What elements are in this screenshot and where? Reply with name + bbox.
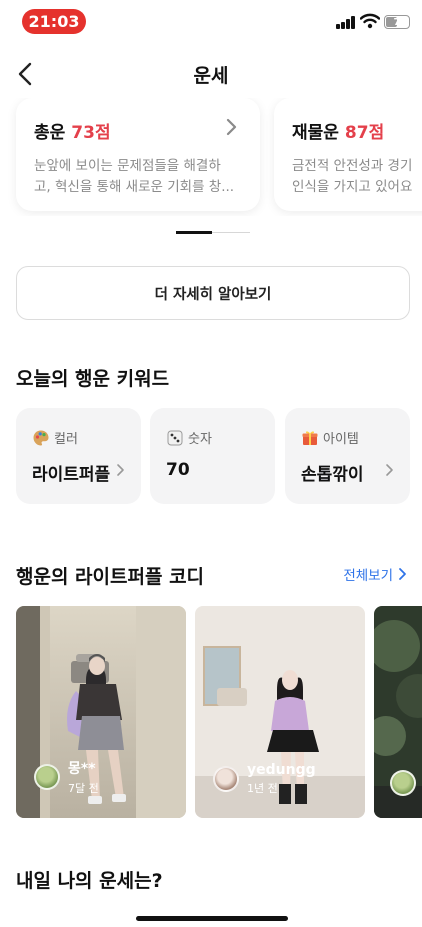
fortune-score: 87점 [344,123,385,143]
coordi-card[interactable] [374,606,422,818]
keyword-label: 아이템 [323,432,359,447]
fortune-heading: 재물운 87점 [292,118,422,143]
chevron-right-icon [399,568,406,580]
keyword-tile-number: 숫자 70 [150,408,275,504]
chevron-right-icon [386,464,393,476]
gift-icon [302,430,318,445]
fortune-description: 눈앞에 보이는 문제점들을 해결하 고, 혁신을 통해 새로운 기회를 창... [34,156,242,198]
battery-icon: 7 [384,15,410,29]
coordi-author [390,770,422,796]
page-title: 운세 [193,65,229,87]
fortune-card-overall[interactable]: 총운 73점 눈앞에 보이는 문제점들을 해결하 고, 혁신을 통해 새로운 기… [16,98,260,211]
fortune-title: 재물운 [292,123,339,143]
fortune-score: 73점 [71,123,111,143]
coordi-card[interactable]: yedungg 1년 전 [195,606,365,818]
cellular-signal-icon [336,16,356,29]
keyword-tile-color[interactable]: 컬러 라이트퍼플 [16,408,141,504]
keywords-section-title: 오늘의 행운 키워드 [16,368,170,390]
learn-more-button[interactable]: 더 자세히 알아보기 [16,266,410,320]
coordi-username: 몽** [68,761,96,777]
nav-header: 운세 [0,52,422,96]
status-time: 21:03 [22,9,86,34]
dice-icon [167,430,183,445]
fortune-desc-line: 고, 혁신을 통해 새로운 기회를 창... [34,179,235,195]
avatar [390,770,416,796]
chevron-right-icon [226,118,237,136]
keyword-value: 손톱깎이 [301,465,364,485]
coordi-username: yedungg [247,762,316,778]
palette-icon [33,430,49,445]
pager-track [212,232,250,233]
tomorrow-section-title: 내일 나의 운세는? [16,870,163,892]
fortune-description: 금전적 안전성과 경기 인식을 가지고 있어요 [292,156,422,198]
see-all-link[interactable]: 전체보기 [343,564,408,584]
chevron-right-icon [117,464,124,476]
fortune-desc-line: 인식을 가지고 있어요 [292,179,413,195]
fortune-desc-line: 눈앞에 보이는 문제점들을 해결하 [34,158,221,174]
fortune-carousel[interactable]: 총운 73점 눈앞에 보이는 문제점들을 해결하 고, 혁신을 통해 새로운 기… [0,98,422,216]
wifi-icon [360,13,380,29]
avatar [34,764,60,790]
see-all-label: 전체보기 [343,568,393,584]
keyword-tile-item[interactable]: 아이템 손톱깎이 [285,408,410,504]
avatar [213,766,239,792]
coordi-date: 1년 전 [247,782,278,795]
keyword-value: 라이트퍼플 [32,465,111,485]
coordi-card[interactable]: 몽** 7달 전 [16,606,186,818]
fortune-title: 총운 [34,123,66,143]
fortune-card-wealth[interactable]: 재물운 87점 금전적 안전성과 경기 인식을 가지고 있어요 [274,98,422,211]
pager-active-indicator [176,231,212,234]
keyword-value: 70 [166,460,190,480]
battery-level: 7 [393,16,401,28]
fortune-heading: 총운 73점 [34,118,242,143]
keyword-label: 컬러 [54,432,78,447]
status-bar: 21:03 7 [0,0,422,44]
carousel-pager [176,231,250,234]
home-indicator [136,916,288,921]
coordi-section-title: 행운의 라이트퍼플 코디 [16,566,205,588]
keyword-label: 숫자 [188,432,212,447]
coordi-date: 7달 전 [68,782,99,795]
fortune-desc-line: 금전적 안전성과 경기 [292,158,413,174]
